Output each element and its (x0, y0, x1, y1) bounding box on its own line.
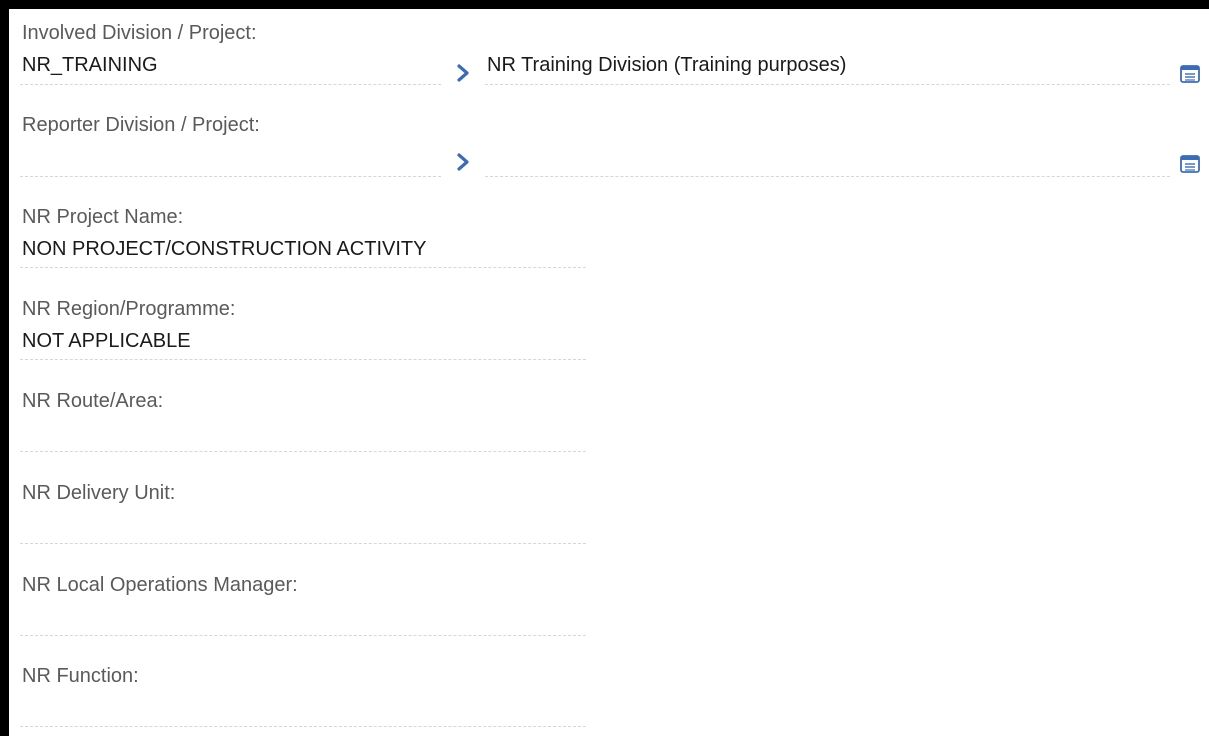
function-label: NR Function: (22, 665, 139, 687)
reporter-division-code-field[interactable] (22, 145, 440, 169)
project-name-field[interactable]: NON PROJECT/CONSTRUCTION ACTIVITY (22, 237, 582, 261)
route-area-field[interactable] (22, 421, 582, 445)
involved-division-description-underline (485, 84, 1170, 85)
route-area-label: NR Route/Area: (22, 390, 164, 412)
project-name-label: NR Project Name: (22, 206, 184, 228)
form-panel: Involved Division / Project: NR_TRAINING… (9, 9, 1209, 736)
route-area-underline (20, 451, 586, 452)
list-lookup-icon[interactable] (1180, 154, 1200, 174)
reporter-division-description-field[interactable] (487, 145, 1167, 169)
chevron-right-icon[interactable] (453, 152, 473, 172)
reporter-division-description-underline (485, 176, 1170, 177)
project-name-underline (20, 267, 586, 268)
function-underline (20, 726, 586, 727)
delivery-unit-underline (20, 543, 586, 544)
delivery-unit-label: NR Delivery Unit: (22, 482, 176, 504)
delivery-unit-field[interactable] (22, 513, 582, 537)
local-operations-manager-underline (20, 635, 586, 636)
reporter-division-code-underline (20, 176, 441, 177)
reporter-division-label: Reporter Division / Project: (22, 114, 260, 136)
region-programme-field[interactable]: NOT APPLICABLE (22, 329, 582, 353)
list-lookup-icon[interactable] (1180, 64, 1200, 84)
local-operations-manager-label: NR Local Operations Manager: (22, 574, 298, 596)
local-operations-manager-field[interactable] (22, 605, 582, 629)
involved-division-code-field[interactable]: NR_TRAINING (22, 53, 440, 77)
region-programme-underline (20, 359, 586, 360)
chevron-right-icon[interactable] (453, 63, 473, 83)
region-programme-label: NR Region/Programme: (22, 298, 236, 320)
involved-division-description-field[interactable]: NR Training Division (Training purposes) (487, 53, 1167, 77)
involved-division-label: Involved Division / Project: (22, 22, 257, 44)
involved-division-code-underline (20, 84, 441, 85)
function-field[interactable] (22, 696, 582, 720)
